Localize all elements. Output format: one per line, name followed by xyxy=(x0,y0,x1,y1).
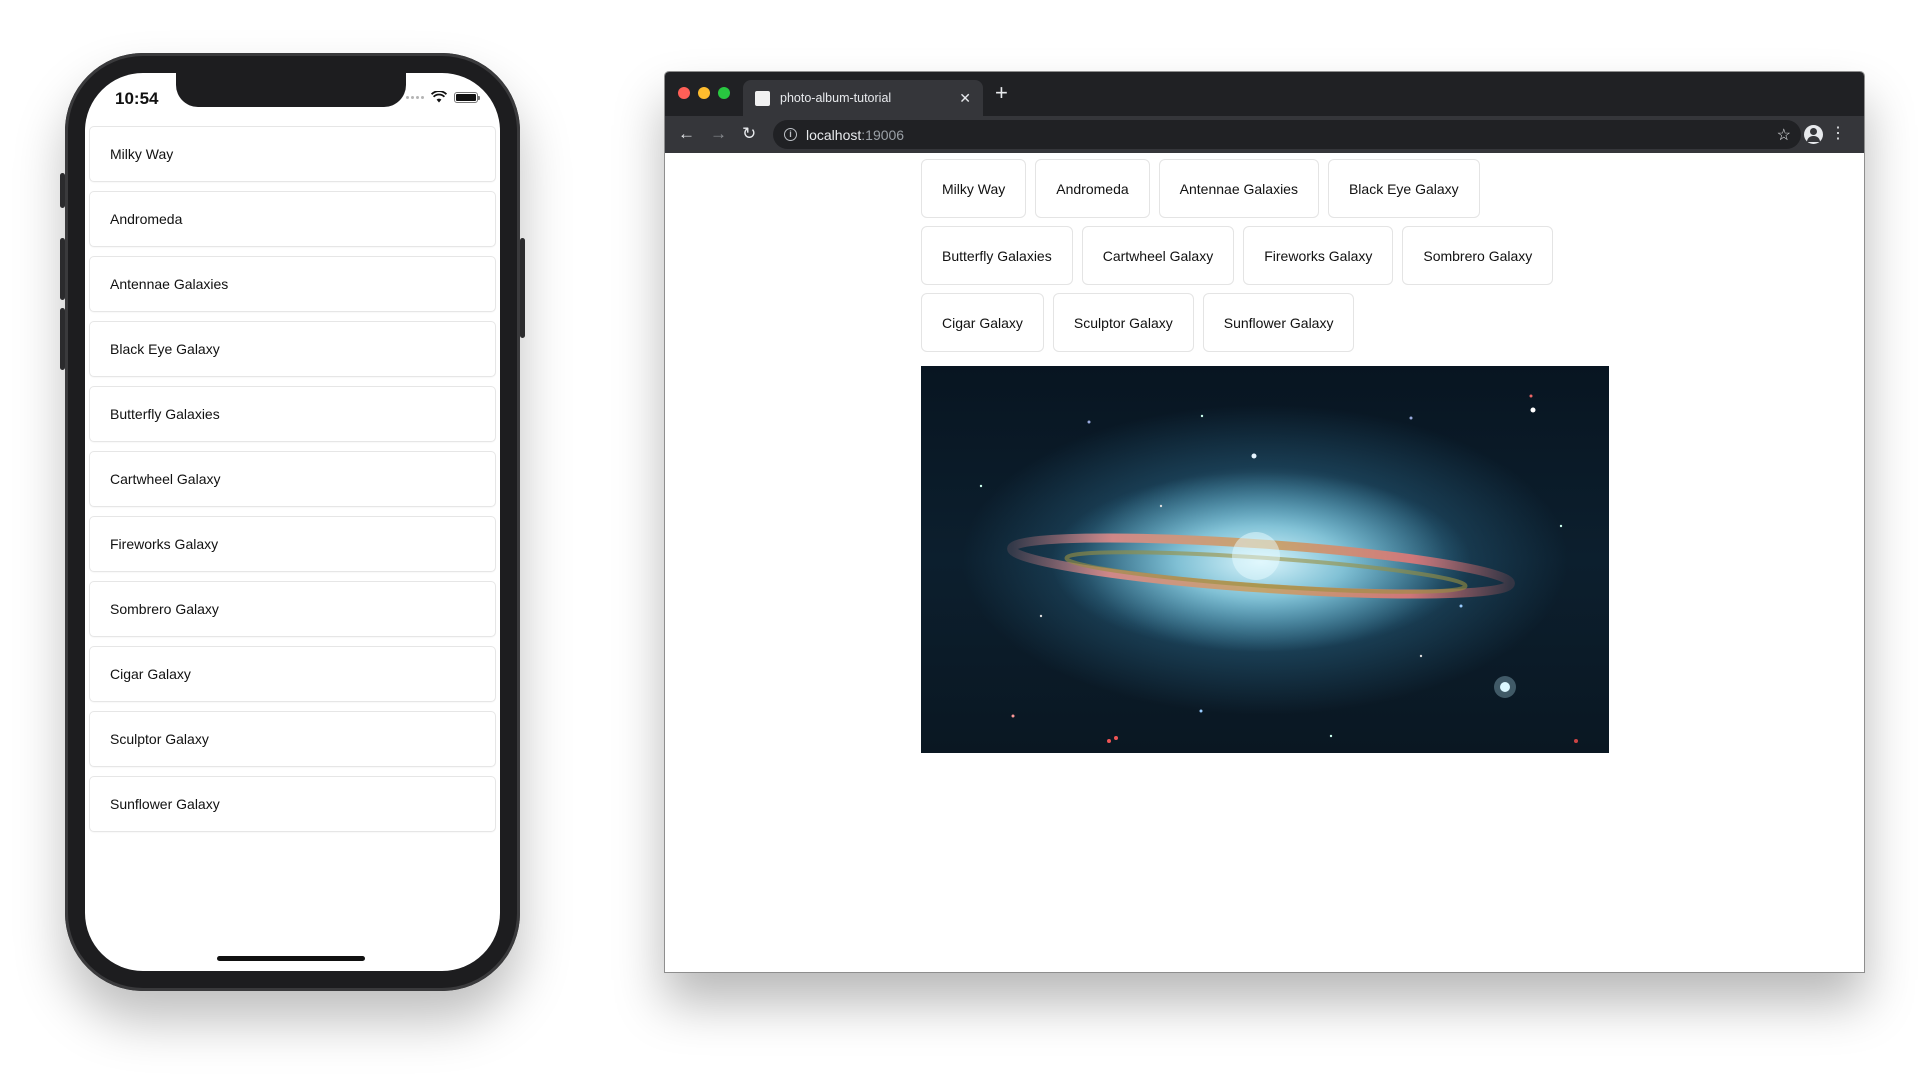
wifi-icon xyxy=(431,91,447,103)
galaxy-button[interactable]: Butterfly Galaxies xyxy=(921,226,1073,285)
browser-tab[interactable]: photo-album-tutorial ✕ xyxy=(743,80,983,116)
reload-icon[interactable]: ↻ xyxy=(742,124,756,144)
minimize-window-button[interactable] xyxy=(698,87,710,99)
phone-list-item[interactable]: Cigar Galaxy xyxy=(89,646,496,702)
phone-list-item[interactable]: Sombrero Galaxy xyxy=(89,581,496,637)
profile-icon[interactable] xyxy=(1804,125,1823,144)
phone-notch xyxy=(176,73,406,107)
battery-icon xyxy=(454,91,480,103)
phone-list-item[interactable]: Cartwheel Galaxy xyxy=(89,451,496,507)
phone-device: 10:54 Milky Way Andromeda Antennae Galaxie… xyxy=(60,53,525,991)
signal-icon xyxy=(406,95,424,99)
arrow-right-icon[interactable]: → xyxy=(710,124,727,144)
galaxy-button[interactable]: Cigar Galaxy xyxy=(921,293,1044,352)
url-text: localhost:19006 xyxy=(806,126,905,143)
button-row: Cigar Galaxy Sculptor Galaxy Sunflower Gal… xyxy=(921,293,1621,352)
galaxy-button[interactable]: Black Eye Galaxy xyxy=(1327,159,1480,218)
phone-list-item[interactable]: Antennae Galaxies xyxy=(89,256,496,312)
star-icon[interactable]: ☆ xyxy=(1777,125,1791,145)
close-icon[interactable]: ✕ xyxy=(959,90,971,107)
phone-list-item[interactable]: Fireworks Galaxy xyxy=(89,516,496,572)
maximize-window-button[interactable] xyxy=(718,87,730,99)
status-time: 10:54 xyxy=(115,89,159,108)
galaxy-image xyxy=(921,366,1609,753)
phone-power-button xyxy=(520,238,525,338)
phone-galaxy-list: Milky Way Andromeda Antennae Galaxies Black… xyxy=(89,126,496,832)
phone-list-item[interactable]: Black Eye Galaxy xyxy=(89,321,496,377)
galaxy-button-grid: Milky Way Andromeda Antennae Galaxies Black… xyxy=(921,159,1621,360)
phone-silent-switch xyxy=(60,173,65,208)
window-controls xyxy=(678,87,730,99)
galaxy-button[interactable]: Milky Way xyxy=(921,159,1027,218)
galaxy-button[interactable]: Andromeda xyxy=(1035,159,1150,218)
address-bar[interactable]: i localhost:19006 ☆ xyxy=(773,120,1801,149)
info-icon[interactable]: i xyxy=(784,128,797,141)
phone-list-item[interactable]: Sculptor Galaxy xyxy=(89,711,496,767)
close-window-button[interactable] xyxy=(678,87,690,99)
arrow-left-icon[interactable]: ← xyxy=(678,124,695,144)
favicon-icon xyxy=(755,90,770,106)
new-tab-button[interactable]: + xyxy=(995,82,1008,104)
status-icons xyxy=(406,91,480,103)
galaxy-button[interactable]: Antennae Galaxies xyxy=(1158,159,1319,218)
button-row: Milky Way Andromeda Antennae Galaxies Black… xyxy=(921,159,1621,218)
browser-toolbar: ← → ↻ i localhost:19006 ☆ ⋮ xyxy=(665,116,1864,153)
tab-title: photo-album-tutorial xyxy=(780,91,892,105)
galaxy-button[interactable]: Cartwheel Galaxy xyxy=(1081,226,1235,285)
phone-volume-down xyxy=(60,308,65,370)
phone-list-item[interactable]: Sunflower Galaxy xyxy=(89,776,496,832)
galaxy-button[interactable]: Sunflower Galaxy xyxy=(1202,293,1355,352)
page-content: Milky Way Andromeda Antennae Galaxies Black… xyxy=(665,153,1864,972)
phone-list-item[interactable]: Andromeda xyxy=(89,191,496,247)
button-row: Butterfly Galaxies Cartwheel Galaxy Firewo… xyxy=(921,226,1621,285)
phone-list-item[interactable]: Milky Way xyxy=(89,126,496,182)
galaxy-button[interactable]: Fireworks Galaxy xyxy=(1243,226,1394,285)
phone-list-item[interactable]: Butterfly Galaxies xyxy=(89,386,496,442)
phone-screen: 10:54 Milky Way Andromeda Antennae Galaxie… xyxy=(85,73,500,971)
home-indicator[interactable] xyxy=(217,956,365,961)
galaxy-button[interactable]: Sombrero Galaxy xyxy=(1402,226,1554,285)
galaxy-button[interactable]: Sculptor Galaxy xyxy=(1052,293,1194,352)
phone-volume-up xyxy=(60,238,65,300)
kebab-menu-icon[interactable]: ⋮ xyxy=(1830,125,1846,143)
tab-bar: photo-album-tutorial ✕ + xyxy=(665,72,1864,116)
browser-window: photo-album-tutorial ✕ + ← → ↻ i localho… xyxy=(664,71,1865,973)
